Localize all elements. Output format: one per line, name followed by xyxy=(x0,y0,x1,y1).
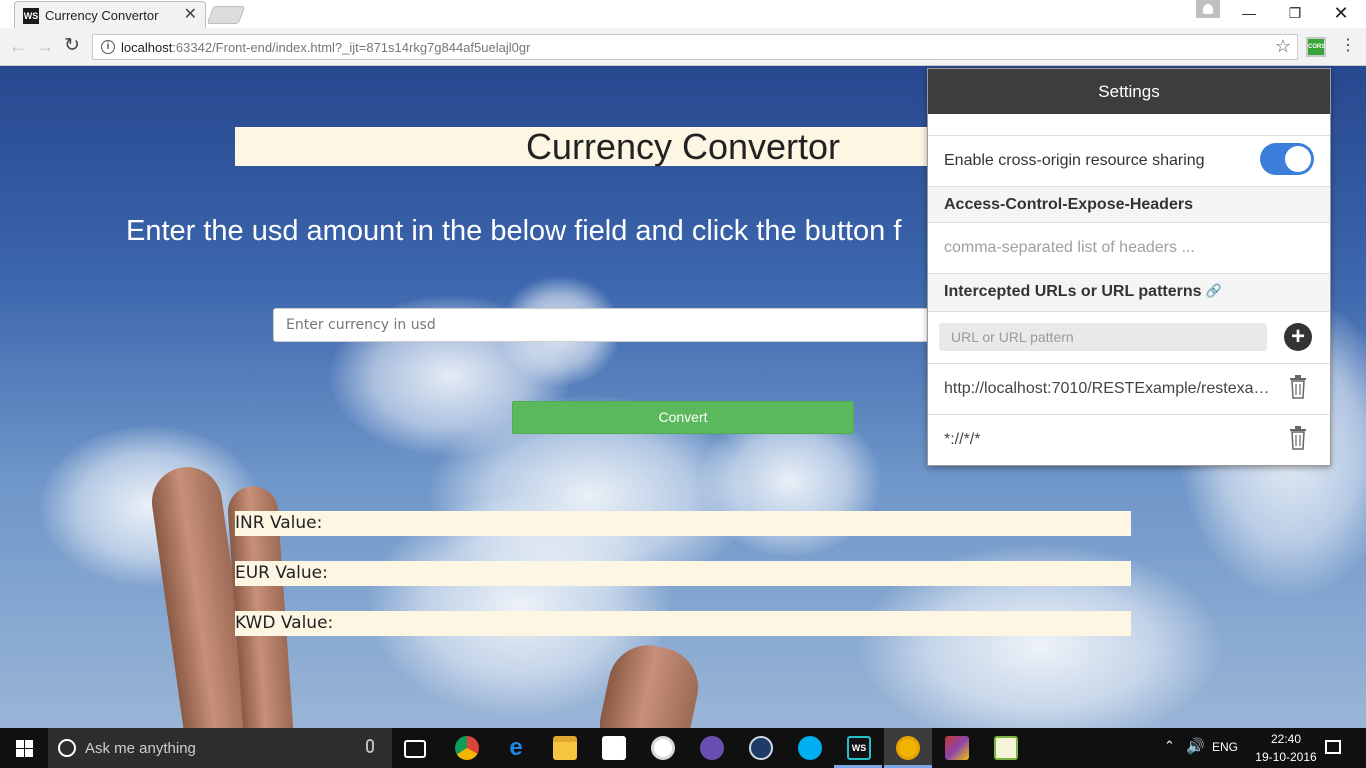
back-icon[interactable]: ← xyxy=(9,36,27,56)
url-entry-text: http://localhost:7010/RESTExample/restex… xyxy=(944,380,1280,397)
kwd-value-row: KWD Value: xyxy=(235,611,1131,636)
new-tab-button[interactable] xyxy=(206,6,246,24)
skype-icon[interactable] xyxy=(798,736,822,760)
windows-start-icon[interactable] xyxy=(0,728,48,768)
notepad-icon[interactable] xyxy=(994,736,1018,760)
chrome-icon[interactable] xyxy=(455,736,479,760)
language-indicator[interactable]: ENG xyxy=(1212,740,1238,754)
address-bar[interactable]: i localhost:63342/Front-end/index.html?_… xyxy=(92,34,1298,60)
store-icon[interactable] xyxy=(602,736,626,760)
github-icon[interactable] xyxy=(700,736,724,760)
taskbar: Ask me anything e WS ⌃ 🔊 ENG 22:40 19-10… xyxy=(0,728,1366,768)
url-pattern-row xyxy=(928,312,1330,364)
tab-title: Currency Convertor xyxy=(45,8,159,23)
menu-icon[interactable]: ⋮ xyxy=(1340,36,1356,56)
app-icon[interactable] xyxy=(749,736,773,760)
task-view-icon[interactable] xyxy=(404,740,426,758)
trash-icon[interactable] xyxy=(1288,375,1308,399)
enable-cors-toggle[interactable] xyxy=(1260,143,1314,175)
instructions-text: Enter the usd amount in the below field … xyxy=(126,215,902,247)
intercepted-urls-heading: Intercepted URLs or URL patterns 🔗 xyxy=(944,283,1222,301)
link-icon[interactable]: 🔗 xyxy=(1206,283,1222,298)
edge-icon[interactable]: e xyxy=(504,736,528,760)
intercepted-urls-heading-row: Intercepted URLs or URL patterns 🔗 xyxy=(928,274,1330,312)
convert-button[interactable]: Convert xyxy=(512,401,854,434)
notifications-icon[interactable] xyxy=(1325,740,1341,754)
microphone-icon[interactable] xyxy=(366,739,374,753)
url-path: :63342/Front-end/index.html?_ijt=871s14r… xyxy=(172,40,531,55)
browser-toolbar: ← → ↻ i localhost:63342/Front-end/index.… xyxy=(0,28,1366,66)
eur-value-row: EUR Value: xyxy=(235,561,1131,586)
file-explorer-icon[interactable] xyxy=(553,736,577,760)
url-text[interactable]: localhost:63342/Front-end/index.html?_ij… xyxy=(121,40,530,55)
cortana-search-box[interactable]: Ask me anything xyxy=(48,728,392,768)
forward-icon[interactable]: → xyxy=(36,36,54,56)
cors-settings-popup: Settings Enable cross-origin resource sh… xyxy=(927,68,1331,466)
intercepted-urls-heading-text: Intercepted URLs or URL patterns xyxy=(944,283,1202,300)
toggle-knob xyxy=(1285,146,1311,172)
tab-currency-convertor[interactable]: WS Currency Convertor ✕ xyxy=(14,1,206,29)
popup-spacer xyxy=(928,114,1330,136)
clock-date[interactable]: 19-10-2016 xyxy=(1248,750,1324,764)
expose-headers-input[interactable] xyxy=(944,239,1314,257)
game-icon[interactable] xyxy=(945,736,969,760)
expose-headers-heading-row: Access-Control-Expose-Headers xyxy=(928,187,1330,223)
clock-time[interactable]: 22:40 xyxy=(1262,732,1310,746)
cors-extension-icon[interactable]: CORS xyxy=(1306,37,1326,57)
url-list-item: *://*/* xyxy=(928,415,1330,465)
star-icon[interactable]: ☆ xyxy=(1275,36,1291,57)
minimize-button[interactable]: — xyxy=(1226,2,1272,24)
trash-icon[interactable] xyxy=(1288,426,1308,450)
expose-headers-heading: Access-Control-Expose-Headers xyxy=(944,196,1193,213)
enable-cors-label: Enable cross-origin resource sharing xyxy=(944,152,1205,169)
url-list-item: http://localhost:7010/RESTExample/restex… xyxy=(928,364,1330,415)
tab-strip: WS Currency Convertor ✕ — ❐ ✕ xyxy=(0,0,1366,29)
user-profile-icon[interactable] xyxy=(1196,0,1220,18)
expose-headers-row xyxy=(928,223,1330,274)
url-pattern-input[interactable] xyxy=(939,323,1267,351)
volume-icon[interactable]: 🔊 xyxy=(1186,737,1205,755)
tray-expand-icon[interactable]: ⌃ xyxy=(1164,738,1175,754)
close-window-button[interactable]: ✕ xyxy=(1318,2,1364,24)
info-icon[interactable]: i xyxy=(101,40,115,54)
add-url-button[interactable]: + xyxy=(1284,323,1312,351)
chrome-canary-icon[interactable] xyxy=(896,736,920,760)
usd-amount-input[interactable] xyxy=(273,308,973,342)
url-entry-text: *://*/* xyxy=(944,431,981,448)
cortana-icon xyxy=(58,739,76,757)
reload-icon[interactable]: ↻ xyxy=(64,36,80,56)
url-host: localhost xyxy=(121,40,173,55)
tab-close-icon[interactable]: ✕ xyxy=(184,6,197,24)
maximize-button[interactable]: ❐ xyxy=(1272,2,1318,24)
webstorm-icon[interactable]: WS xyxy=(847,736,871,760)
webstorm-favicon-icon: WS xyxy=(23,8,39,24)
inr-value-row: INR Value: xyxy=(235,511,1131,536)
popup-header: Settings xyxy=(928,69,1330,114)
safari-icon[interactable] xyxy=(651,736,675,760)
search-placeholder: Ask me anything xyxy=(85,740,196,757)
